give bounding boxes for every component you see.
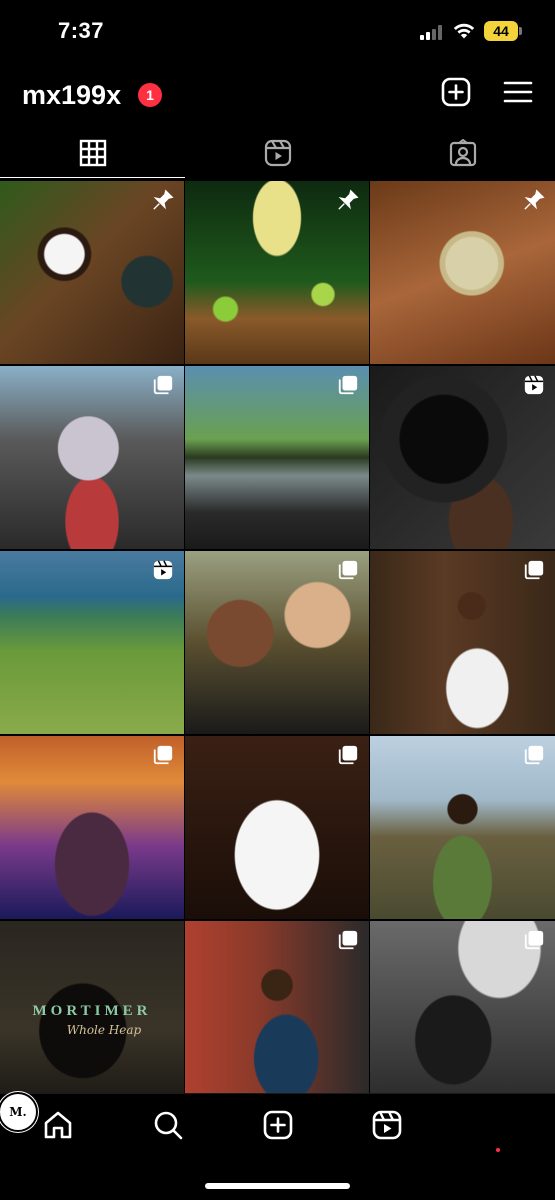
post-thumbnail[interactable] [185,736,369,919]
profile-tabs [0,128,555,178]
pinned-icon [524,189,545,210]
reels-icon [264,139,291,167]
post-thumbnail[interactable] [370,921,555,1104]
carousel-icon [153,745,173,765]
battery-indicator: 44 [484,21,518,41]
post-thumbnail[interactable] [370,551,555,734]
activity-dot [496,1148,500,1152]
username-switcher[interactable]: mx199x [22,80,121,111]
post-thumbnail[interactable] [370,181,555,364]
post-thumbnail[interactable] [0,551,184,734]
status-time: 7:37 [58,18,105,43]
carousel-icon [338,560,358,580]
reels-icon[interactable] [371,1109,403,1141]
grid-icon [79,139,106,167]
create-icon[interactable] [262,1109,294,1141]
post-thumbnail[interactable] [0,736,184,919]
home-indicator [205,1183,350,1189]
post-thumbnail[interactable] [185,181,369,364]
posts-grid: MORTIMER Whole Heap [0,181,555,1104]
notification-badge[interactable]: 1 [138,83,162,107]
home-icon[interactable] [42,1109,74,1141]
pinned-icon [153,189,174,210]
carousel-icon [338,375,358,395]
tab-reels[interactable] [185,128,370,178]
reel-icon [153,560,173,580]
create-post-button[interactable] [440,76,472,108]
reel-icon [524,375,544,395]
post-thumbnail[interactable] [370,366,555,549]
search-icon[interactable] [152,1109,184,1141]
cellular-signal-icon [420,24,446,40]
tab-tagged[interactable] [370,128,555,178]
post-thumbnail[interactable]: MORTIMER Whole Heap [0,921,184,1104]
carousel-icon [524,930,544,950]
profile-header: mx199x 1 [0,64,555,126]
album-title: MORTIMER [32,1003,152,1019]
post-thumbnail[interactable] [185,366,369,549]
pinned-icon [338,189,359,210]
carousel-icon [524,560,544,580]
post-thumbnail[interactable] [0,181,184,364]
post-thumbnail[interactable] [0,366,184,549]
carousel-icon [153,375,173,395]
battery-cap [519,27,522,35]
carousel-icon [338,745,358,765]
album-subtitle: Whole Heap [66,1023,142,1037]
tagged-person-icon [449,139,476,167]
post-thumbnail[interactable] [370,736,555,919]
carousel-icon [524,745,544,765]
status-bar: 7:37 44 [0,0,555,64]
tab-posts-grid[interactable] [0,128,185,178]
wifi-icon [453,23,475,39]
carousel-icon [338,930,358,950]
post-thumbnail[interactable] [185,921,369,1104]
profile-avatar[interactable]: M. [0,1094,36,1130]
post-thumbnail[interactable] [185,551,369,734]
hamburger-menu-button[interactable] [502,76,534,108]
